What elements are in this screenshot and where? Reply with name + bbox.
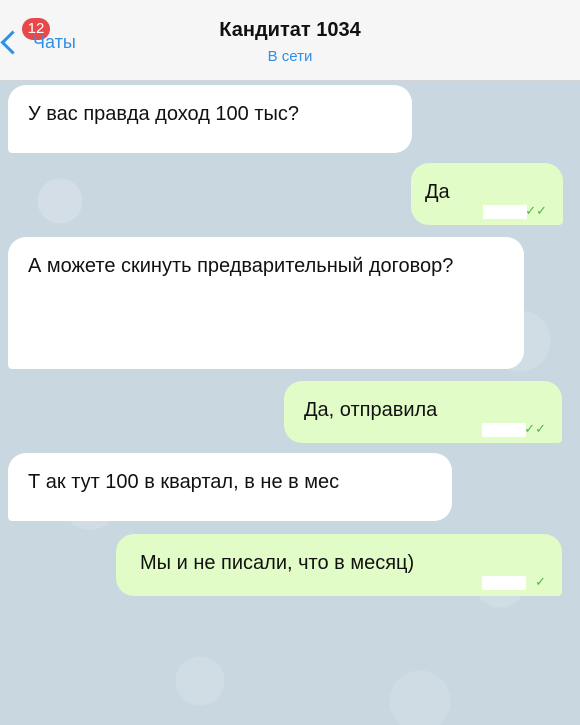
message-text: Мы и не писали, что в месяц) [140,552,415,574]
contact-name[interactable]: Кандитат 1034 [0,19,580,42]
message-incoming[interactable]: Т ак тут 100 в квартал, в не в мес [8,453,452,521]
contact-status: В сети [267,48,313,65]
message-meta: ✓ [482,574,548,590]
sent-check-icon: ✓ [535,574,546,589]
message-meta: ✓✓ [483,203,549,219]
message-text: Да [425,181,450,203]
read-checks-icon: ✓✓ [525,203,547,218]
message-meta: ✓✓ [482,421,548,437]
message-text: Т ак тут 100 в квартал, в не в мес [28,471,340,493]
message-outgoing[interactable]: Да, отправила ✓✓ [284,381,562,443]
message-outgoing[interactable]: Мы и не писали, что в месяц) ✓ [116,534,562,596]
message-outgoing[interactable]: Да ✓✓ [411,163,563,225]
message-incoming[interactable]: А можете скинуть предварительный договор… [8,237,524,369]
message-list[interactable]: У вас правда доход 100 тыс? Да ✓✓ А може… [0,81,580,725]
message-text: У вас правда доход 100 тыс? [28,103,300,125]
message-text: Да, отправила [304,399,438,421]
read-checks-icon: ✓✓ [524,421,546,436]
chat-header: 12 Чаты Кандитат 1034 В сети [0,0,580,81]
message-text: А можете скинуть предварительный договор… [28,255,454,277]
message-incoming[interactable]: У вас правда доход 100 тыс? [8,85,412,153]
